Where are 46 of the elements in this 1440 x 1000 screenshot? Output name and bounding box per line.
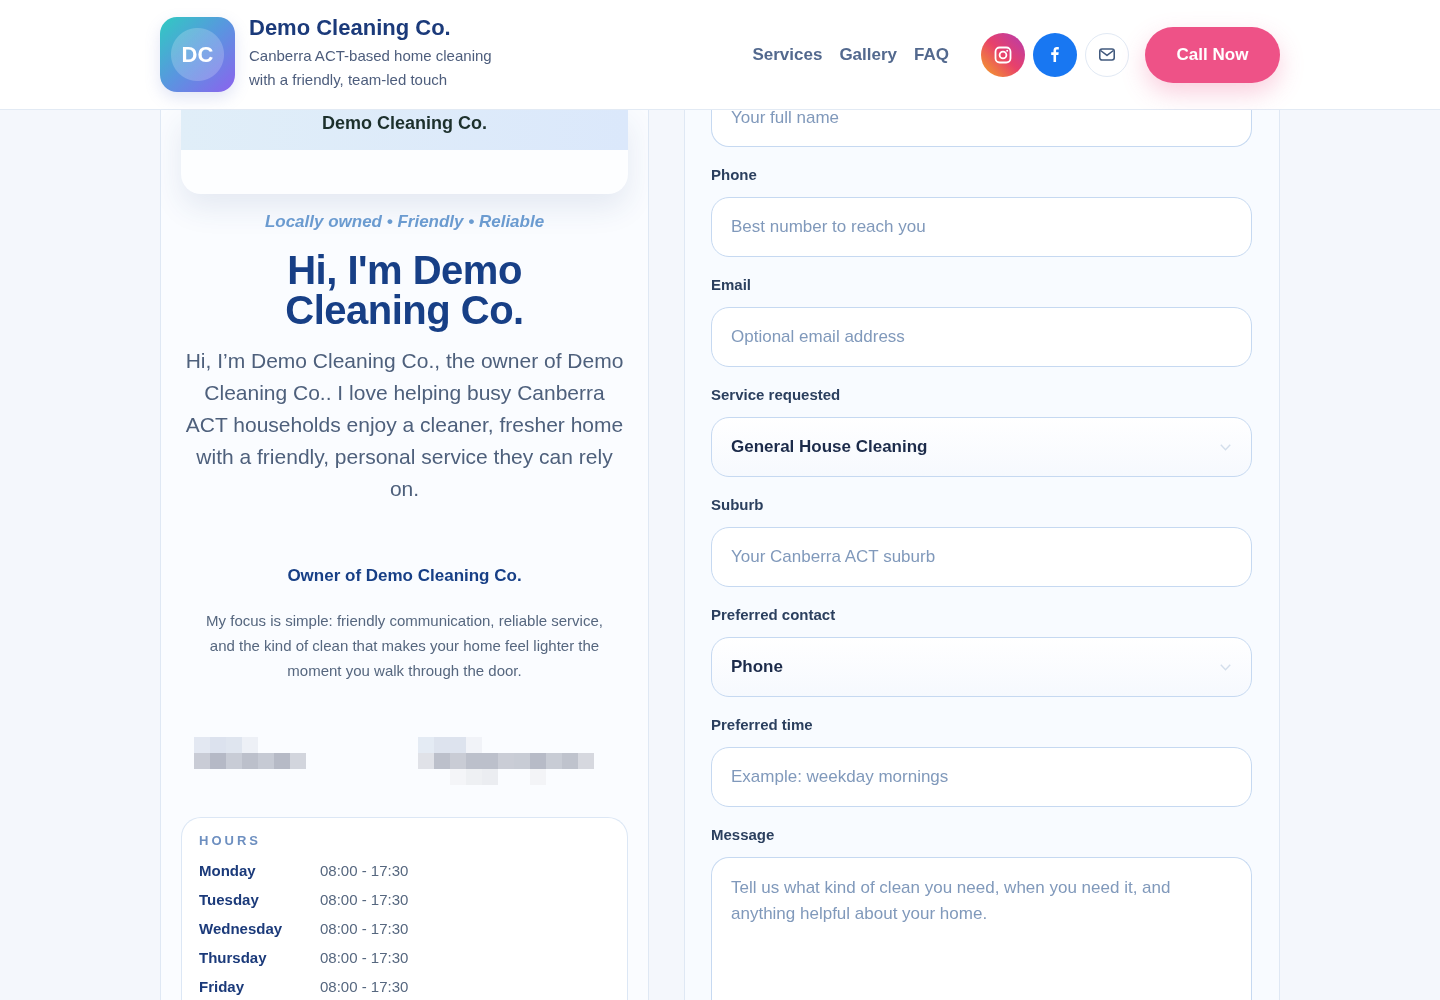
text-field[interactable]: Your full name: [711, 110, 1252, 147]
call-now-button[interactable]: Call Now: [1145, 26, 1280, 83]
hours-time: 08:00 - 17:30: [320, 948, 409, 968]
hours-time: 08:00 - 17:30: [320, 861, 409, 881]
profile-tagline: Locally owned • Friendly • Reliable: [263, 211, 546, 233]
hours-time: 08:00 - 17:30: [320, 890, 409, 910]
nav-link[interactable]: Gallery: [839, 44, 898, 65]
text-field[interactable]: Best number to reach you: [711, 197, 1252, 257]
text-field[interactable]: Optional email address: [711, 307, 1252, 367]
nav-link[interactable]: FAQ: [914, 44, 949, 65]
social-link[interactable]: [981, 32, 1025, 77]
hours-time: 08:00 - 17:30: [320, 919, 409, 939]
message-field[interactable]: Tell us what kind of clean you need, when you need it, and anything helpful about your home.: [711, 857, 1252, 1000]
site-tagline: Canberra ACT-based home cleaning with a friendly, team-led touch: [249, 45, 493, 90]
hours-time: 08:00 - 17:30: [320, 977, 409, 997]
field-label: Message: [711, 825, 776, 845]
camera-icon: [994, 45, 1012, 64]
field-label: Service requested: [711, 385, 842, 405]
text-field[interactable]: Your Canberra ACT suburb: [711, 527, 1252, 587]
day-label: Thursday: [199, 948, 268, 968]
nav-link[interactable]: Services: [752, 44, 823, 65]
text-field[interactable]: Example: weekday mornings: [711, 747, 1252, 807]
field-label: Phone: [711, 165, 758, 185]
day-label: Tuesday: [199, 890, 260, 910]
field-label: Preferred contact: [711, 605, 837, 625]
chevron-down-icon: [1220, 663, 1231, 671]
day-label: Wednesday: [199, 919, 284, 939]
bio-text: My focus is simple: friendly communication, reliable service, and the kind of clean that makes your home feel lighter the moment you walk through the door.: [205, 611, 604, 681]
dropdown[interactable]: General House Cleaning: [711, 417, 1252, 477]
banner-title: Demo Cleaning Co.: [322, 113, 487, 133]
f-logo-icon: [1051, 47, 1059, 62]
field-label: Suburb: [711, 495, 765, 515]
intro-text: Hi, I’m Demo Cleaning Co., the owner of Demo Cleaning Co.. I love helping busy Canberra ACT households enjoy a cleaner, fresher home with a friendly, personal service they can rely on.: [184, 348, 625, 502]
dropdown[interactable]: Phone: [711, 637, 1252, 697]
envelope-icon: [1099, 48, 1115, 61]
field-label: Email: [711, 275, 753, 295]
profile-heading: Hi, I'm Demo Cleaning Co.: [284, 250, 525, 330]
site-title: Demo Cleaning Co.: [249, 13, 452, 42]
social-link[interactable]: [1033, 32, 1077, 77]
day-label: Monday: [199, 861, 257, 881]
field-label: Preferred time: [711, 715, 814, 735]
hours-title: HOURS: [199, 833, 262, 849]
social-link[interactable]: [1085, 32, 1129, 77]
owner-title: Owner of Demo Cleaning Co.: [286, 565, 523, 587]
chevron-down-icon: [1220, 443, 1231, 451]
day-label: Friday: [199, 977, 245, 997]
